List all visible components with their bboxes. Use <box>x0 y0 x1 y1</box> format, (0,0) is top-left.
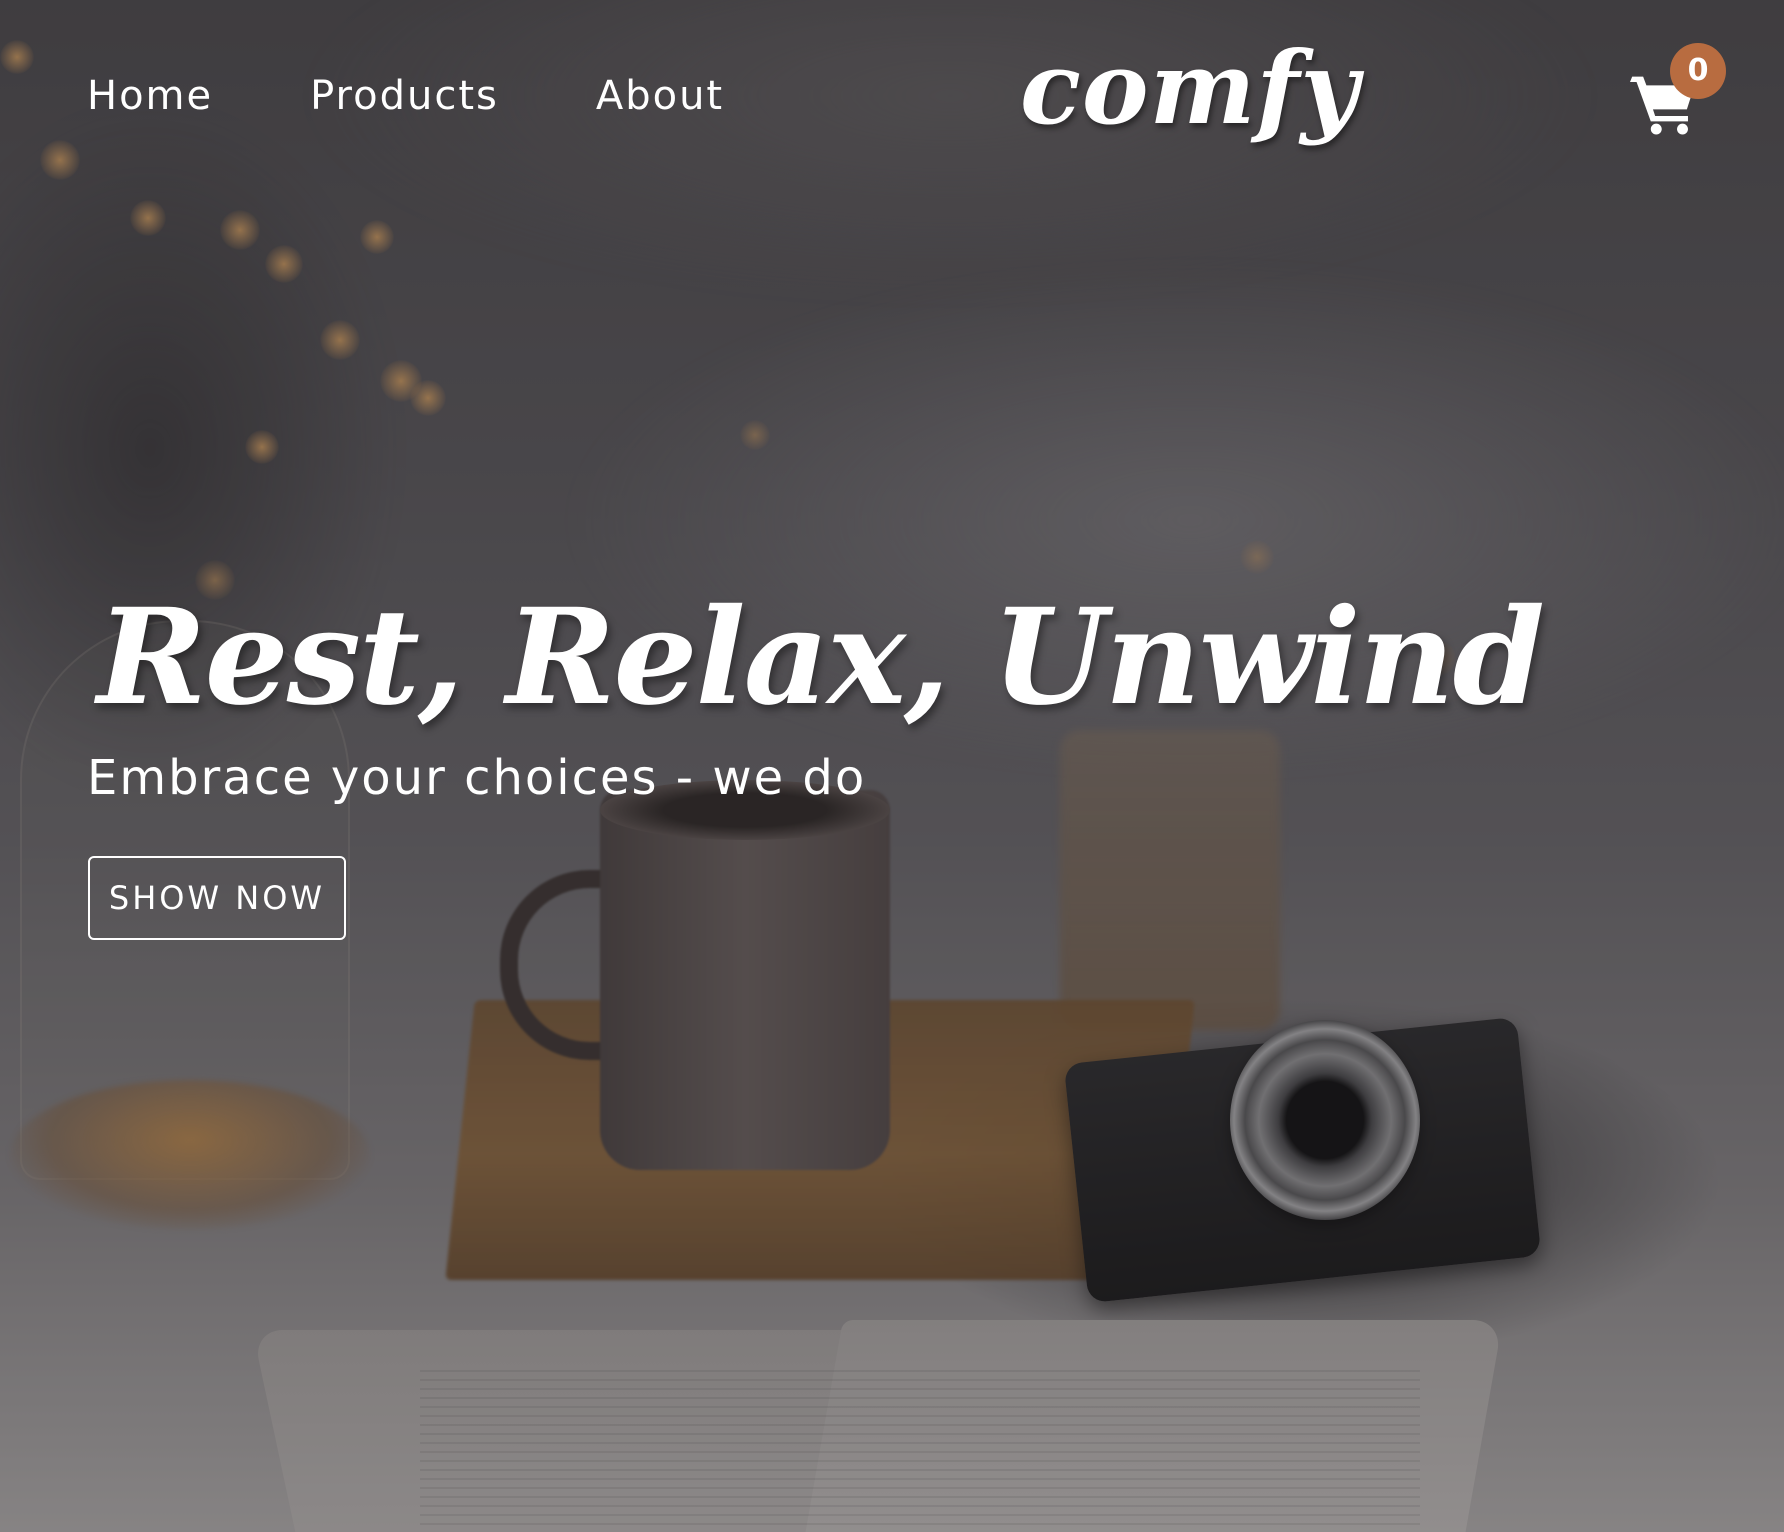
bokeh-light <box>1240 540 1274 574</box>
background-mug <box>600 790 890 1170</box>
logo[interactable]: comfy <box>1020 28 1360 148</box>
bokeh-light <box>320 320 360 360</box>
nav-link-home[interactable]: Home <box>87 70 213 122</box>
bokeh-light <box>740 420 770 450</box>
bokeh-light <box>220 210 260 250</box>
background-book-page-right <box>797 1320 1503 1532</box>
hero-title: Rest, Relax, Unwind <box>97 580 1545 735</box>
hero-section: Home Products About comfy 0 Rest, Relax,… <box>0 0 1784 1532</box>
background-book-text <box>420 1370 1420 1532</box>
bokeh-light <box>360 220 394 254</box>
background-camera <box>1063 1016 1542 1304</box>
background-mug-handle <box>500 870 650 1060</box>
bokeh-light <box>130 200 166 236</box>
navbar: Home Products About comfy 0 <box>0 0 1784 200</box>
hero-subtitle: Embrace your choices - we do <box>87 750 867 806</box>
background-jar-lights <box>10 1080 370 1230</box>
background-book-page-left <box>252 1330 928 1532</box>
background-tray <box>445 1000 1195 1280</box>
background-candle <box>1060 730 1280 1030</box>
background-camera-lens <box>1230 1020 1420 1220</box>
show-now-button[interactable]: SHOW NOW <box>88 856 346 940</box>
bokeh-light <box>245 430 279 464</box>
nav-links: Home Products About <box>87 70 724 122</box>
nav-link-about[interactable]: About <box>596 70 724 122</box>
bokeh-light <box>410 380 446 416</box>
cart-count-badge: 0 <box>1670 43 1726 99</box>
nav-link-products[interactable]: Products <box>310 70 499 122</box>
bokeh-light <box>265 245 303 283</box>
